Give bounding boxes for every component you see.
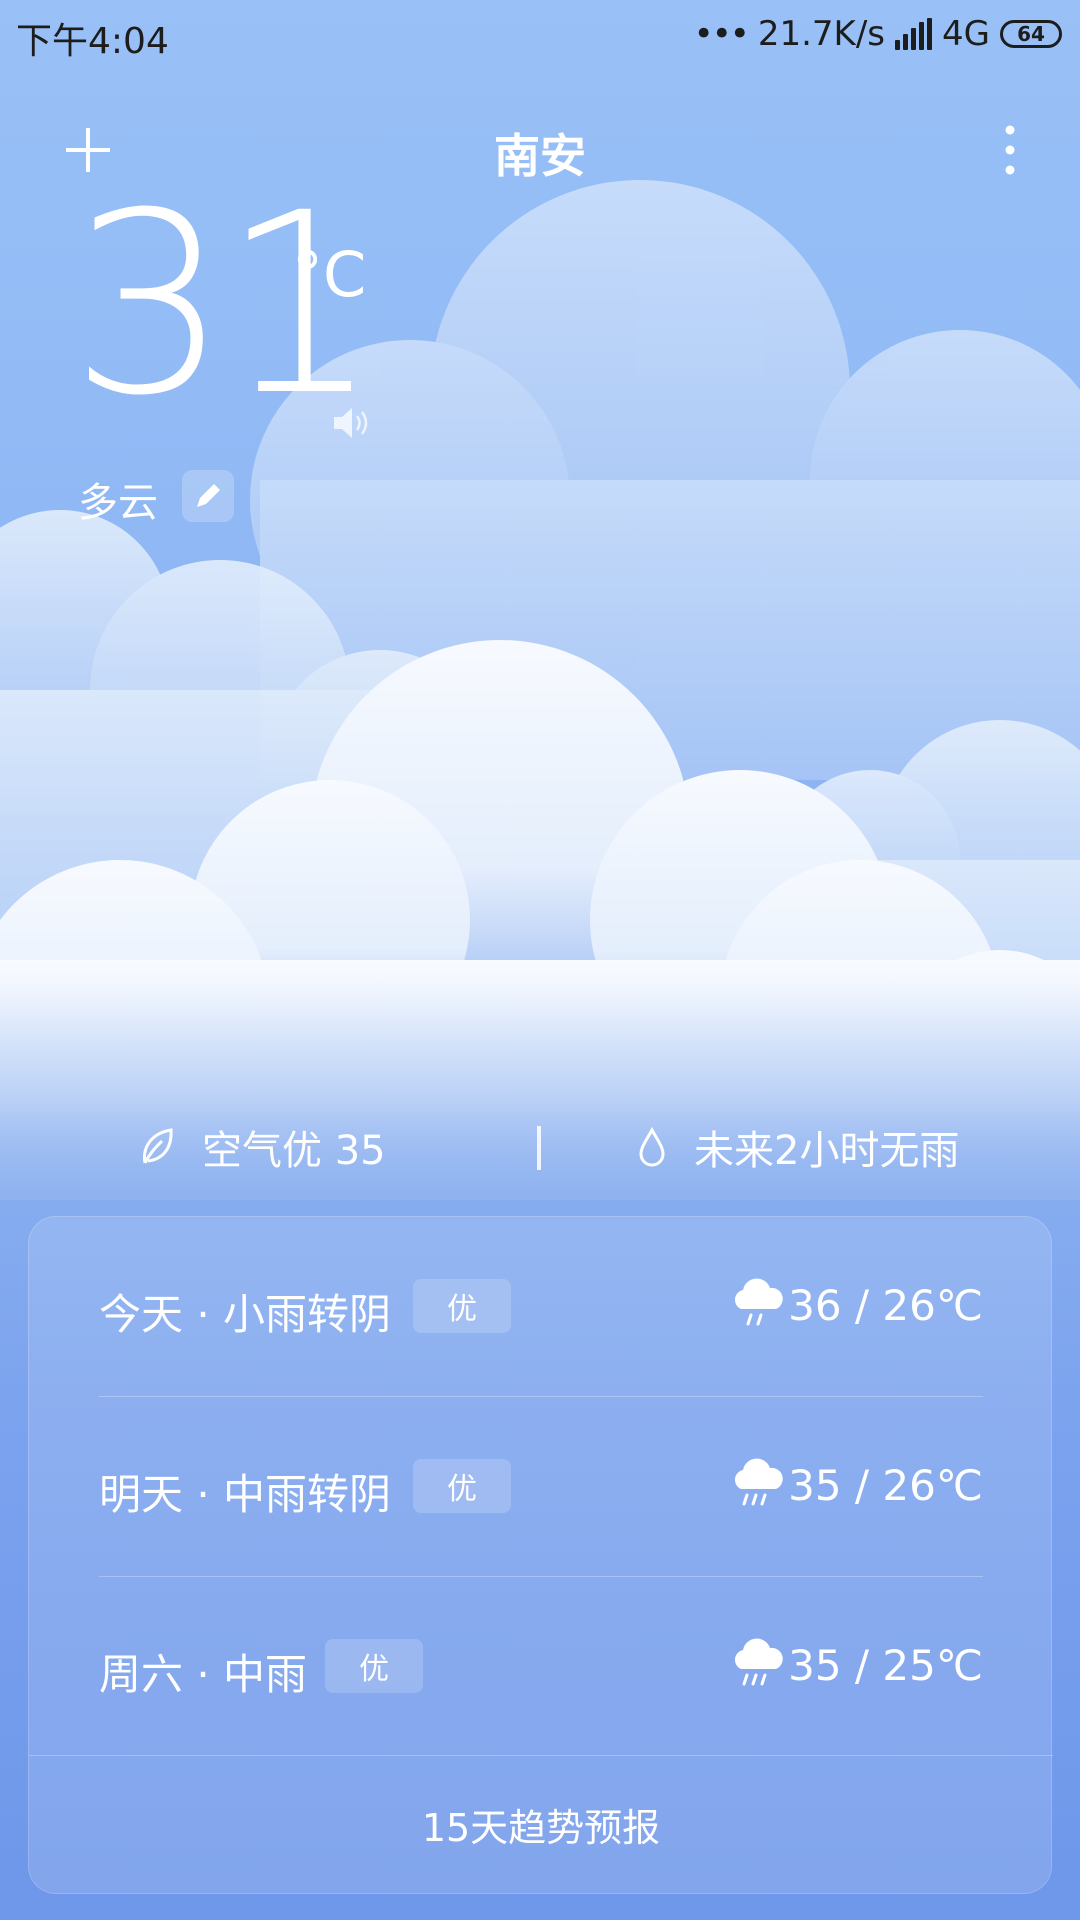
aqi-badge: 优 [325,1639,423,1693]
leaf-icon [142,1128,173,1164]
forecast-day-label: 周六 · 中雨 [99,1650,308,1699]
forecast-row-today[interactable]: 今天 · 小雨转阴 优 36 / 26℃ [29,1217,1053,1397]
pencil-icon [197,484,220,507]
more-vertical-icon [1005,125,1015,175]
network-speed: 21.7K/s [757,14,886,54]
light-rain-icon [734,1278,783,1326]
forecast-row-saturday[interactable]: 周六 · 中雨 优 35 / 25℃ [29,1577,1053,1757]
forecast-day-label: 明天 · 中雨转阴 [99,1470,392,1519]
aqi-badge: 优 [413,1279,511,1333]
rain-forecast-text: 未来2小时无雨 [694,1128,960,1174]
temperature-unit: °C [292,238,367,311]
current-condition: 多云 [78,480,158,526]
moderate-rain-icon [734,1458,783,1506]
forecast-card: 今天 · 小雨转阴 优 36 / 26℃ 明天 · 中雨转阴 优 35 / 26… [28,1216,1053,1894]
status-time: 下午4:04 [16,21,169,62]
speaker-icon-svg [334,408,368,438]
status-indicators: ••• 21.7K/s 4G 64 [694,12,1062,56]
info-divider [537,1126,541,1170]
weather-app: 下午4:04 ••• 21.7K/s 4G 64 南安 31 °C 多云 空气优… [0,0,1080,1920]
speaker-icon[interactable] [330,402,372,444]
battery-icon: 64 [1000,20,1062,48]
more-button[interactable] [995,122,1025,178]
air-quality-text: 空气优 35 [202,1128,386,1174]
edit-button[interactable] [182,470,234,522]
temp-range: 36 / 26℃ [788,1281,983,1330]
info-row: 空气优 35 未来2小时无雨 [0,1118,1080,1178]
air-quality[interactable]: 空气优 35 [138,1118,386,1176]
network-type: 4G [942,14,990,54]
temp-range: 35 / 25℃ [788,1641,983,1690]
status-bar: 下午4:04 ••• 21.7K/s 4G 64 [0,0,1080,70]
temp-range: 35 / 26℃ [788,1461,983,1510]
notification-dots: ••• [693,14,750,54]
card-divider [29,1755,1053,1756]
drop-icon [639,1126,665,1167]
fifteen-day-trend-link[interactable]: 15天趋势预报 [29,1797,1053,1852]
forecast-day-label: 今天 · 小雨转阴 [99,1290,392,1339]
forecast-row-tomorrow[interactable]: 明天 · 中雨转阴 优 35 / 26℃ [29,1397,1053,1577]
battery-level: 64 [1017,22,1045,46]
signal-icon [895,18,933,50]
moderate-rain-icon [734,1638,783,1686]
aqi-badge: 优 [413,1459,511,1513]
rain-forecast[interactable]: 未来2小时无雨 [636,1118,959,1176]
